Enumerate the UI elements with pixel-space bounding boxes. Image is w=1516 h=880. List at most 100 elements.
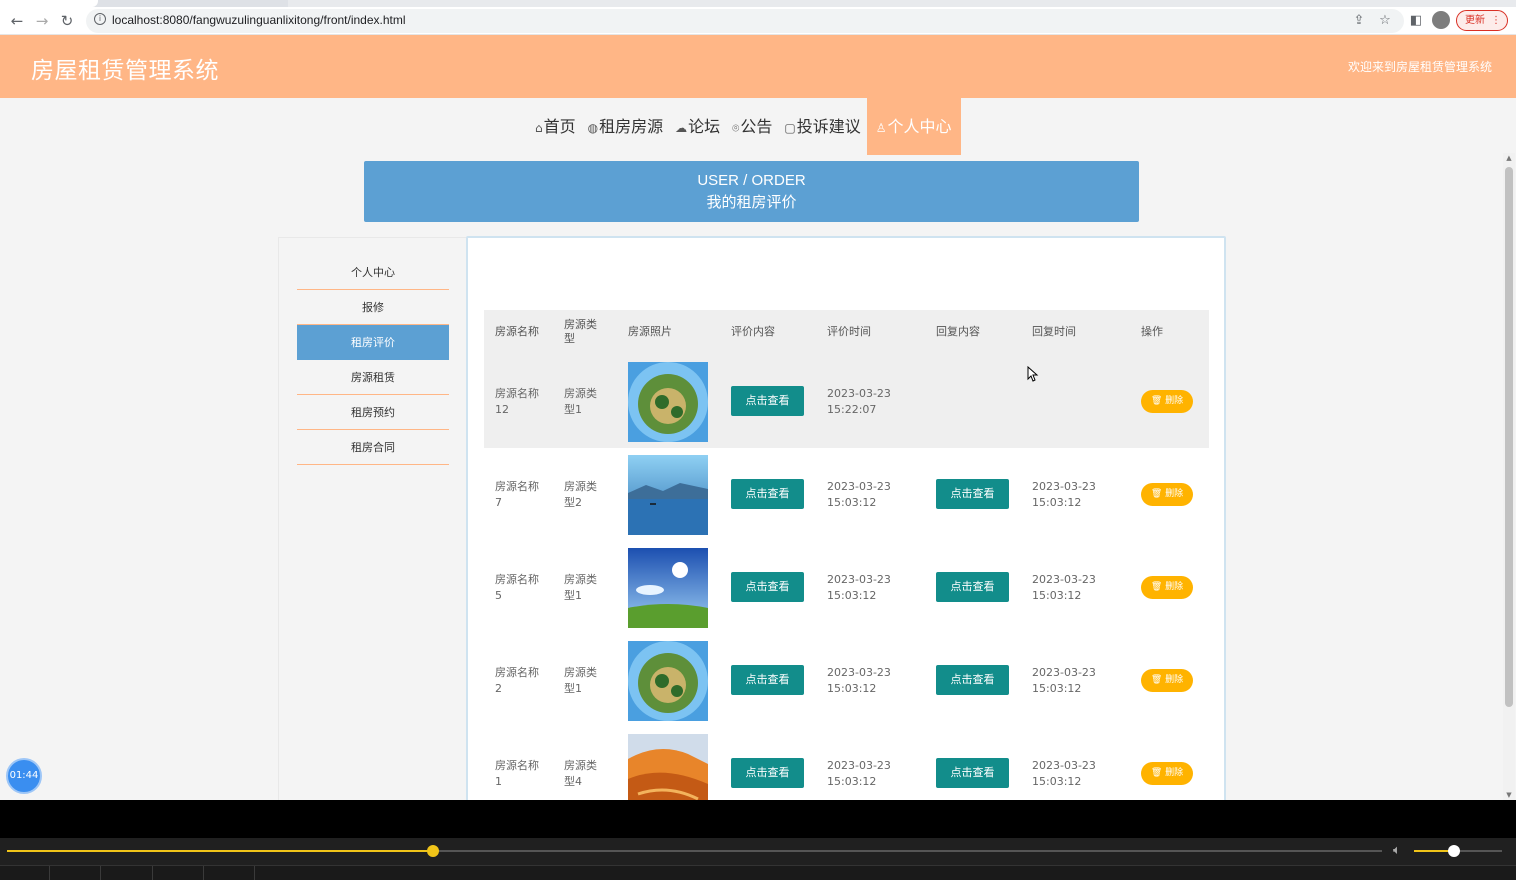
side-panel-icon[interactable]: ◧ bbox=[1405, 10, 1427, 32]
view-reply-button[interactable]: 点击查看 bbox=[936, 758, 1009, 788]
cell-eval-time: 2023-03-23 15:22:07 bbox=[827, 387, 891, 416]
video-player-bar: 🔈︎ bbox=[0, 838, 1516, 880]
sidebar-item-booking[interactable]: 租房预约 bbox=[297, 395, 449, 430]
view-review-button[interactable]: 点击查看 bbox=[731, 758, 804, 788]
update-button[interactable]: 更新 ⋮ bbox=[1456, 10, 1508, 31]
header-action: 操作 bbox=[1141, 325, 1163, 338]
cell-house-type: 房源类型1 bbox=[564, 573, 597, 602]
view-reply-button[interactable]: 点击查看 bbox=[936, 665, 1009, 695]
delete-label: 删除 bbox=[1165, 489, 1184, 499]
delete-button[interactable]: 🗑︎ 删除 bbox=[1141, 762, 1193, 785]
cell-house-type: 房源类型1 bbox=[564, 387, 597, 416]
sidebar-item-repair[interactable]: 报修 bbox=[297, 290, 449, 325]
sidebar-item-user-center[interactable]: 个人中心 bbox=[297, 255, 449, 290]
sidebar-item-reviews[interactable]: 租房评价 bbox=[297, 325, 449, 360]
view-reply-button[interactable]: 点击查看 bbox=[936, 479, 1009, 509]
nav-item-complaint[interactable]: ▢投诉建议 bbox=[778, 98, 866, 155]
site-logo[interactable]: 房屋租赁管理系统 bbox=[31, 51, 219, 85]
progress-fill bbox=[7, 850, 434, 852]
cell-house-name: 房源名称12 bbox=[495, 387, 539, 416]
recording-timer[interactable]: 01:44 bbox=[6, 758, 42, 794]
site-info-icon[interactable]: i bbox=[94, 13, 106, 25]
content-panel: 房源名称 房源类型 房源照片 评价内容 评价时间 回复内容 回复时间 操作 房源… bbox=[466, 236, 1226, 800]
tab-strip bbox=[0, 0, 1516, 7]
house-photo[interactable] bbox=[628, 362, 708, 442]
progress-track[interactable] bbox=[7, 845, 1382, 857]
table-row: 房源名称7 房源类型2 点击查看 2023-03-23 15:03:12 点击查看 202… bbox=[484, 448, 1209, 541]
welcome-text: 欢迎来到房屋租赁管理系统 bbox=[1347, 60, 1492, 74]
table-row: 房源名称5 房源类型1 点击查看 2023-03-23 15:03:12 点击查看 202… bbox=[484, 541, 1209, 634]
sidebar-item-leasing[interactable]: 房源租赁 bbox=[297, 360, 449, 395]
delete-label: 删除 bbox=[1165, 675, 1184, 685]
cell-house-type: 房源类型2 bbox=[564, 480, 597, 509]
volume-icon[interactable]: 🔈︎ bbox=[1393, 843, 1401, 858]
cell-eval-time: 2023-03-23 15:03:12 bbox=[827, 573, 891, 602]
delete-button[interactable]: 🗑︎ 删除 bbox=[1141, 483, 1193, 506]
forward-icon[interactable]: → bbox=[31, 10, 53, 32]
page-scrollbar[interactable]: ▲ ▼ bbox=[1503, 153, 1515, 800]
page-viewport: 房屋租赁管理系统 欢迎来到房屋租赁管理系统 ⌂首页 ◍租房房源 ☁论坛 ⌾公告 … bbox=[0, 35, 1516, 800]
house-photo[interactable] bbox=[628, 734, 708, 800]
sidebar: 个人中心 报修 租房评价 房源租赁 租房预约 租房合同 bbox=[278, 237, 466, 800]
sidebar-item-contract[interactable]: 租房合同 bbox=[297, 430, 449, 465]
volume-track[interactable] bbox=[1414, 845, 1502, 857]
delete-button[interactable]: 🗑︎ 删除 bbox=[1141, 576, 1193, 599]
delete-button[interactable]: 🗑︎ 删除 bbox=[1141, 669, 1193, 692]
nav-item-home[interactable]: ⌂首页 bbox=[529, 98, 582, 155]
control-divider bbox=[203, 866, 204, 880]
volume-knob[interactable] bbox=[1447, 845, 1460, 857]
nav-item-forum[interactable]: ☁论坛 bbox=[669, 98, 726, 155]
trash-icon: 🗑︎ bbox=[1150, 396, 1166, 406]
update-label: 更新 bbox=[1465, 15, 1485, 26]
view-review-button[interactable]: 点击查看 bbox=[731, 665, 804, 695]
active-tab[interactable] bbox=[0, 0, 98, 7]
player-controls bbox=[0, 865, 1516, 880]
profile-avatar[interactable] bbox=[1432, 11, 1450, 29]
back-icon[interactable]: ← bbox=[6, 10, 28, 32]
view-review-button[interactable]: 点击查看 bbox=[731, 386, 804, 416]
scroll-down-icon[interactable]: ▼ bbox=[1505, 791, 1513, 799]
mouse-cursor-icon bbox=[1027, 366, 1039, 382]
nav-item-user-center[interactable]: ♙个人中心 bbox=[866, 98, 961, 155]
delete-label: 删除 bbox=[1165, 396, 1184, 406]
table-header: 房源名称 房源类型 房源照片 评价内容 评价时间 回复内容 回复时间 操作 bbox=[484, 310, 1209, 355]
nav-item-notice[interactable]: ⌾公告 bbox=[726, 98, 778, 155]
house-photo[interactable] bbox=[628, 455, 708, 535]
cell-house-name: 房源名称7 bbox=[495, 480, 539, 509]
header-reply-time: 回复时间 bbox=[1032, 325, 1076, 338]
menu-icon[interactable]: ⋮ bbox=[1491, 11, 1501, 30]
progress-knob[interactable] bbox=[427, 845, 440, 857]
nav-label: 投诉建议 bbox=[796, 117, 861, 136]
bookmark-star-icon[interactable]: ☆ bbox=[1376, 12, 1394, 30]
note-icon: ▢ bbox=[784, 121, 796, 135]
scrollbar-thumb[interactable] bbox=[1505, 167, 1513, 707]
url-text: localhost:8080/fangwuzulinguanlixitong/f… bbox=[112, 13, 406, 27]
share-icon[interactable]: ⇪ bbox=[1350, 12, 1368, 30]
nav-item-listings[interactable]: ◍租房房源 bbox=[582, 98, 670, 155]
table-row: 房源名称2 房源类型1 点击查看 2023-03-23 15:03:12 点击查看 202… bbox=[484, 634, 1209, 727]
control-divider bbox=[254, 866, 255, 880]
home-icon: ⌂ bbox=[535, 121, 543, 135]
view-review-button[interactable]: 点击查看 bbox=[731, 572, 804, 602]
scroll-up-icon[interactable]: ▲ bbox=[1505, 154, 1513, 162]
delete-label: 删除 bbox=[1165, 582, 1184, 592]
control-divider bbox=[100, 866, 101, 880]
banner-subtitle: USER / ORDER bbox=[697, 172, 806, 189]
header-type: 房源类型 bbox=[564, 318, 597, 345]
address-bar[interactable]: i localhost:8080/fangwuzulinguanlixitong… bbox=[86, 9, 1404, 33]
header-name: 房源名称 bbox=[495, 325, 539, 338]
house-photo[interactable] bbox=[628, 641, 708, 721]
cell-house-name: 房源名称1 bbox=[495, 759, 539, 788]
house-photo[interactable] bbox=[628, 548, 708, 628]
trash-icon: 🗑︎ bbox=[1150, 582, 1166, 592]
delete-button[interactable]: 🗑︎ 删除 bbox=[1141, 390, 1193, 413]
view-reply-button[interactable]: 点击查看 bbox=[936, 572, 1009, 602]
cell-house-type: 房源类型1 bbox=[564, 666, 597, 695]
nav-label: 个人中心 bbox=[887, 117, 952, 136]
main-nav: ⌂首页 ◍租房房源 ☁论坛 ⌾公告 ▢投诉建议 ♙个人中心 bbox=[529, 98, 961, 155]
view-review-button[interactable]: 点击查看 bbox=[731, 479, 804, 509]
cloud-icon: ☁ bbox=[675, 121, 688, 135]
header-photo: 房源照片 bbox=[628, 325, 672, 338]
reload-icon[interactable]: ↻ bbox=[56, 10, 78, 32]
nav-label: 论坛 bbox=[688, 117, 721, 136]
